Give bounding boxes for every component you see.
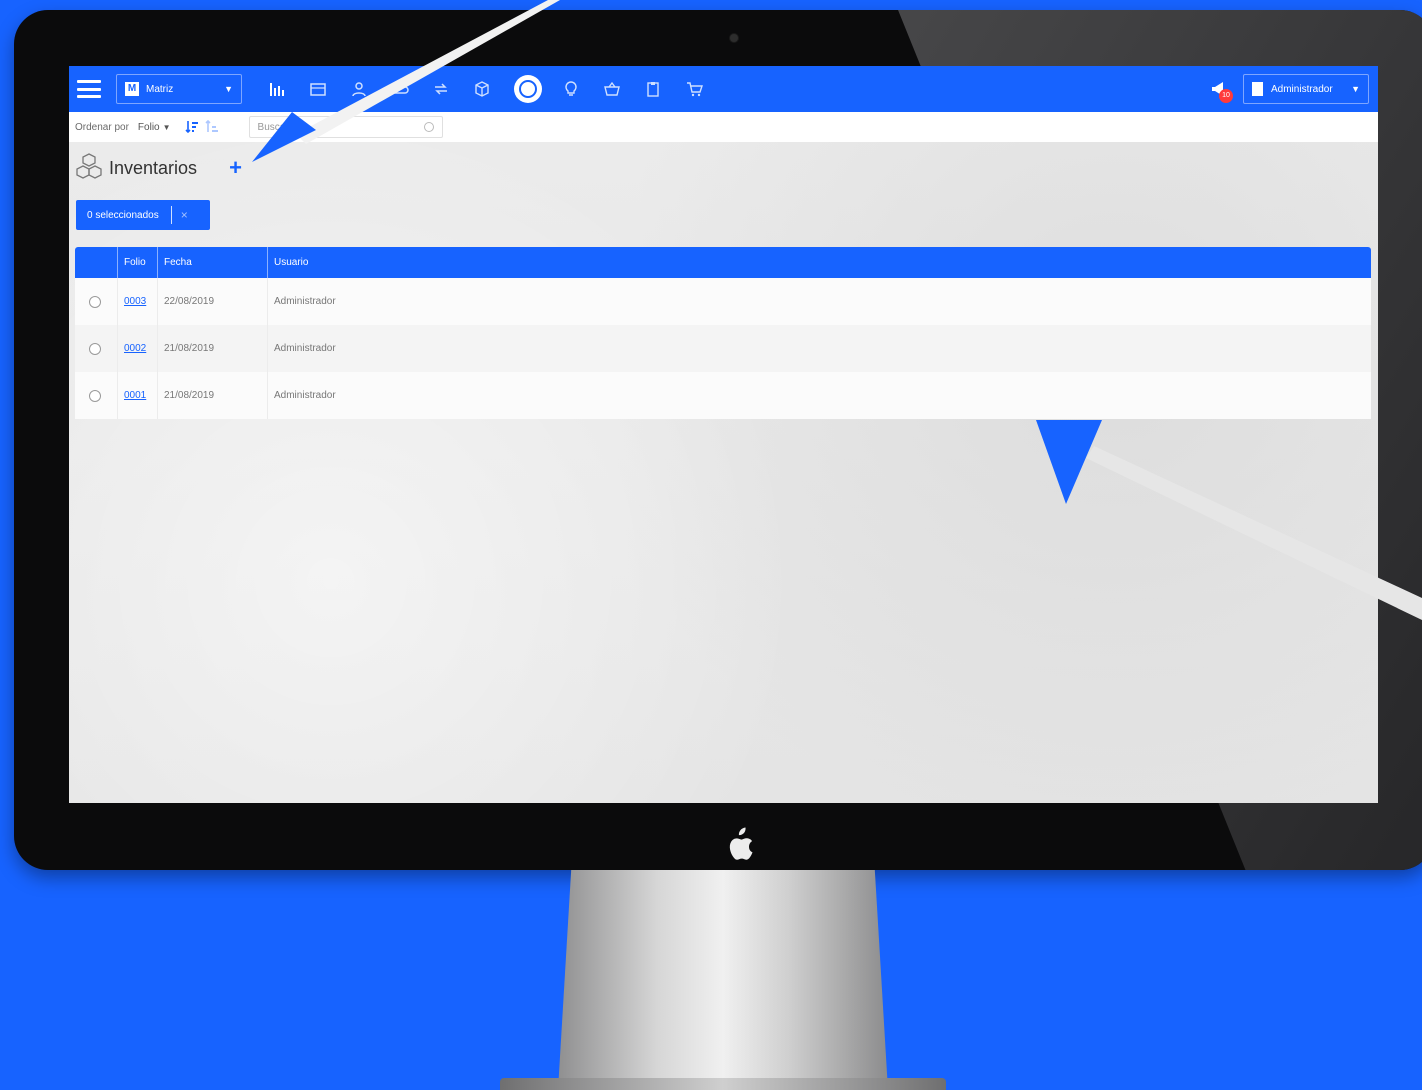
- add-inventory-button[interactable]: +: [229, 157, 242, 179]
- notification-badge: 10: [1219, 89, 1233, 103]
- fecha-cell: 22/08/2019: [157, 278, 267, 325]
- calendar-icon[interactable]: [309, 80, 327, 98]
- search-placeholder: Buscar: [257, 121, 289, 133]
- branch-select[interactable]: M Matriz ▼: [116, 74, 242, 104]
- row-select-cell: [75, 278, 117, 325]
- chip-divider: [170, 206, 172, 224]
- monitor-stand: [558, 870, 888, 1090]
- column-header-fecha[interactable]: Fecha: [157, 247, 267, 278]
- row-select-cell: [75, 325, 117, 372]
- sort-ascending-icon[interactable]: [204, 120, 219, 134]
- row-radio[interactable]: [89, 295, 101, 308]
- fecha-cell: 21/08/2019: [157, 372, 267, 419]
- cloud-icon[interactable]: [391, 80, 409, 98]
- row-select-cell: [75, 372, 117, 419]
- chevron-down-icon: ▼: [162, 122, 171, 132]
- inventory-table: Folio Fecha Usuario 0003 22/08/2019 Admi…: [75, 247, 1371, 419]
- clear-selection-button[interactable]: ×: [181, 208, 188, 222]
- table-body: 0003 22/08/2019 Administrador 0002 21/08…: [75, 278, 1371, 419]
- megaphone-icon[interactable]: 10: [1209, 79, 1233, 103]
- module-toolbar: [268, 75, 726, 103]
- sort-toolbar: Ordenar por Folio ▼ Buscar: [69, 112, 1378, 142]
- table-row[interactable]: 0002 21/08/2019 Administrador: [75, 325, 1371, 372]
- chevron-down-icon: ▼: [224, 84, 233, 94]
- sort-field-select[interactable]: Folio ▼: [138, 122, 171, 133]
- usuario-cell: Administrador: [267, 325, 1371, 372]
- folio-link[interactable]: 0001: [124, 390, 146, 401]
- usuario-cell: Administrador: [267, 372, 1371, 419]
- top-navigation-bar: M Matriz ▼ 10 Administrador ▼: [69, 66, 1378, 112]
- search-input[interactable]: Buscar: [248, 116, 443, 138]
- folio-cell: 0001: [117, 372, 157, 419]
- cart-icon[interactable]: [685, 80, 703, 98]
- apple-logo-icon: [718, 826, 758, 866]
- sort-label: Ordenar por: [75, 121, 129, 133]
- folio-cell: 0002: [117, 325, 157, 372]
- transfer-icon[interactable]: [432, 80, 450, 98]
- table-header: Folio Fecha Usuario: [75, 247, 1371, 278]
- box-icon[interactable]: [473, 80, 491, 98]
- screen-background: [69, 66, 1378, 803]
- boxes-icon: [76, 153, 102, 179]
- user-label: Administrador: [1271, 83, 1333, 95]
- clipboard-icon[interactable]: [644, 80, 662, 98]
- folio-link[interactable]: 0003: [124, 296, 146, 307]
- monitor-stand-base: [500, 1078, 946, 1090]
- folio-cell: 0003: [117, 278, 157, 325]
- branch-letter-icon: M: [125, 82, 139, 96]
- column-header-folio[interactable]: Folio: [117, 247, 157, 278]
- user-icon[interactable]: [350, 80, 368, 98]
- row-radio[interactable]: [89, 342, 101, 355]
- book-icon: [1252, 82, 1263, 96]
- lightbulb-icon[interactable]: [562, 80, 580, 98]
- search-icon: [423, 122, 434, 132]
- usuario-cell: Administrador: [267, 278, 1371, 325]
- basket-icon[interactable]: [603, 80, 621, 98]
- fecha-cell: 21/08/2019: [157, 325, 267, 372]
- user-menu[interactable]: Administrador ▼: [1243, 74, 1369, 104]
- sort-descending-icon[interactable]: [184, 120, 199, 134]
- sort-field-value: Folio: [137, 121, 160, 133]
- chevron-down-icon: ▼: [1351, 84, 1360, 94]
- camera-icon: [730, 34, 738, 42]
- selection-counter: 0 seleccionados ×: [76, 200, 210, 230]
- page-header: Inventarios +: [75, 152, 242, 184]
- branch-label: Matriz: [146, 83, 174, 95]
- menu-icon[interactable]: [77, 80, 101, 98]
- page-title: Inventarios: [109, 157, 198, 178]
- table-row[interactable]: 0003 22/08/2019 Administrador: [75, 278, 1371, 325]
- folio-link[interactable]: 0002: [124, 343, 146, 354]
- app-screen: M Matriz ▼ 10 Administrador ▼ Ordenar po…: [69, 66, 1378, 803]
- select-column-header: [75, 247, 117, 278]
- profile-circle-icon[interactable]: [514, 75, 542, 103]
- bar-chart-icon[interactable]: [268, 80, 286, 98]
- column-header-usuario[interactable]: Usuario: [267, 247, 1371, 278]
- table-row[interactable]: 0001 21/08/2019 Administrador: [75, 372, 1371, 419]
- selected-count-label: 0 seleccionados: [87, 209, 159, 221]
- row-radio[interactable]: [89, 389, 101, 402]
- monitor-bezel: M Matriz ▼ 10 Administrador ▼ Ordenar po…: [14, 10, 1422, 870]
